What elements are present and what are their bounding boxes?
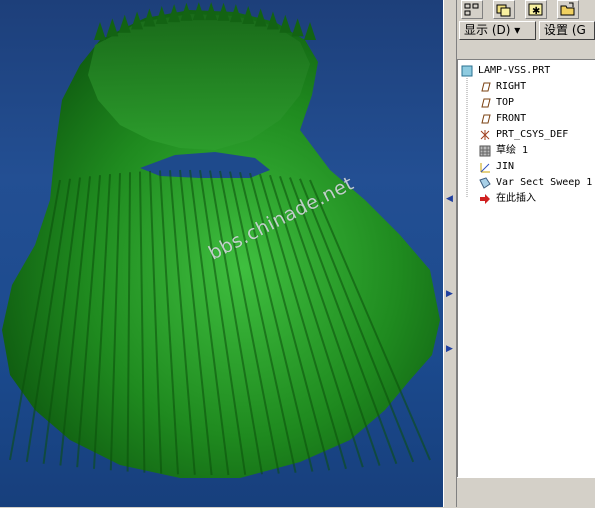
- collapse-right-arrow-icon-2[interactable]: ▶: [446, 345, 454, 354]
- star-settings-icon[interactable]: ✱: [525, 0, 547, 19]
- insert-here-arrow-icon: [478, 192, 492, 206]
- tree-item-label: JIN: [496, 161, 515, 172]
- rim-tooth: [118, 14, 131, 33]
- tree-item-label: FRONT: [496, 113, 527, 124]
- tree-item-label: PRT_CSYS_DEF: [496, 129, 569, 140]
- sweep-feature-icon: [478, 176, 492, 190]
- panel-bottom-bar: [457, 477, 595, 508]
- rim-tooth: [94, 22, 106, 40]
- tree-layout-icon[interactable]: [461, 0, 483, 19]
- part-icon: [460, 64, 474, 78]
- panel-toolbar: ✱: [457, 0, 595, 20]
- rim-tooth: [279, 14, 292, 33]
- rim-tooth: [106, 18, 119, 37]
- coordinate-system-icon: [478, 128, 492, 142]
- settings-menu-button[interactable]: 设置 (G: [539, 21, 595, 40]
- model-tree: LAMP-VSS.PRT RIGHT TOP FRONT PRT_CSYS_DE…: [457, 59, 595, 477]
- model-tree-panel: ✱ 显示 (D) ▾ 设置 (G LAMP-VSS.PRT RIGHT TOP: [457, 0, 595, 508]
- collapse-right-arrow-icon[interactable]: ▶: [446, 290, 454, 299]
- tree-item-label: TOP: [496, 97, 515, 108]
- datum-plane-icon: [478, 112, 492, 126]
- panel-splitter[interactable]: ◀ ▶ ▶: [443, 0, 457, 507]
- collapse-left-arrow-icon[interactable]: ◀: [446, 195, 454, 204]
- show-menu-button[interactable]: 显示 (D) ▾: [459, 21, 536, 40]
- tree-item-label: Var Sect Sweep 1: [496, 177, 593, 188]
- datum-plane-icon: [478, 80, 492, 94]
- model-viewport[interactable]: bbs.chinade.net: [0, 0, 443, 507]
- panel-menu-row: 显示 (D) ▾ 设置 (G: [457, 20, 595, 42]
- sketch-icon: [478, 144, 492, 158]
- tree-item-label: RIGHT: [496, 81, 527, 92]
- datum-curve-icon: [478, 160, 492, 174]
- tree-root-label: LAMP-VSS.PRT: [478, 65, 551, 76]
- tree-item-label: 草绘 1: [496, 145, 529, 156]
- svg-text:✱: ✱: [532, 6, 540, 17]
- folder-open-icon[interactable]: [557, 0, 579, 19]
- layers-icon[interactable]: [493, 0, 515, 19]
- rim-tooth: [304, 22, 316, 40]
- tree-item-label: 在此插入: [496, 193, 536, 204]
- rim-tooth: [291, 18, 304, 37]
- datum-plane-icon: [478, 96, 492, 110]
